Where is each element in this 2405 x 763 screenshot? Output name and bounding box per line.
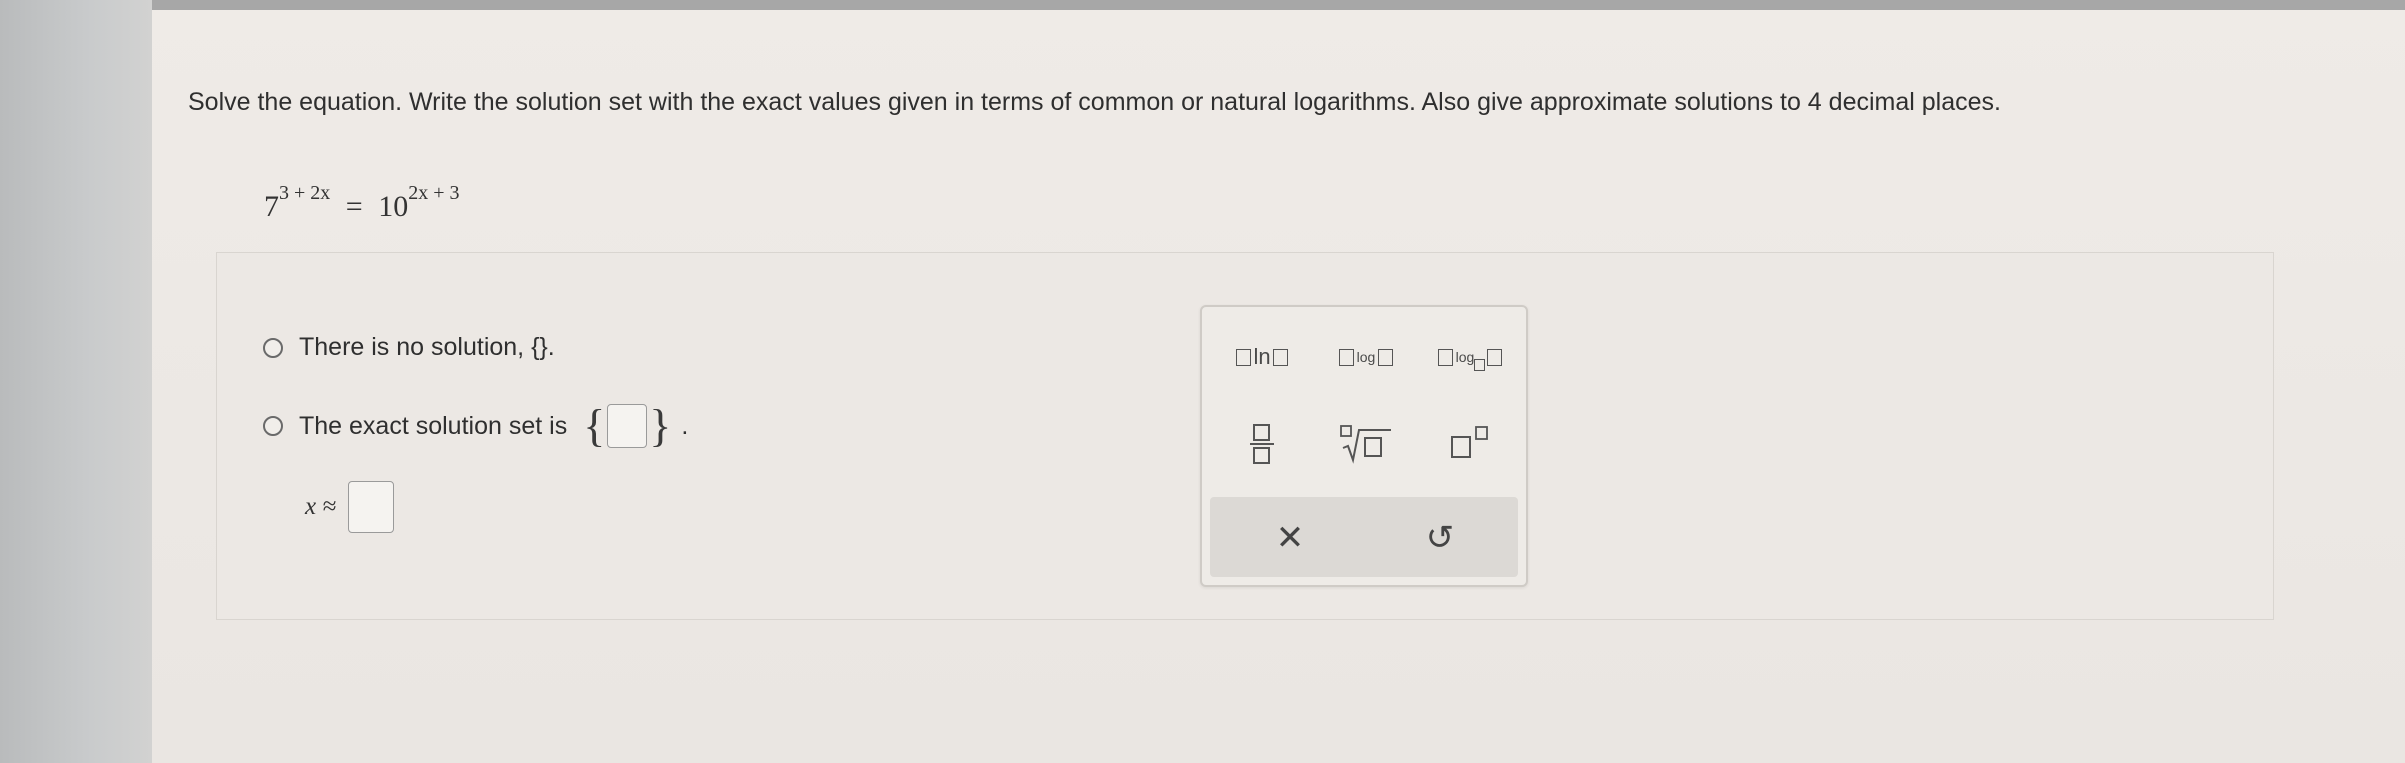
log-base-button[interactable]: log — [1424, 337, 1516, 377]
ln-label: ln — [1253, 344, 1271, 369]
placeholder-icon — [1236, 348, 1252, 366]
log-base-label: log — [1455, 349, 1475, 365]
fraction-icon — [1250, 424, 1274, 464]
approx-input[interactable] — [348, 481, 395, 533]
approx-row: x ≈ — [305, 481, 395, 533]
right-brace: } — [649, 400, 672, 451]
equation-exponent-left: 3 + 2x — [279, 182, 331, 204]
equation-equals: = — [345, 190, 363, 223]
period: . — [681, 411, 689, 440]
option-no-solution[interactable]: There is no solution, {}. — [263, 333, 555, 362]
fraction-button[interactable] — [1216, 419, 1308, 469]
top-scroll-strip — [152, 0, 2405, 10]
option-exact-solution-label: The exact solution set is — [299, 411, 568, 440]
screen: Solve the equation. Write the solution s… — [152, 0, 2405, 763]
equation-base-left: 7 — [264, 190, 279, 223]
log-button[interactable]: log — [1320, 337, 1412, 377]
nth-root-icon — [1340, 425, 1391, 464]
placeholder-icon — [1272, 348, 1288, 366]
approx-label: x ≈ — [305, 493, 337, 520]
equation-base-right: 10 — [378, 190, 409, 223]
log-label: log — [1356, 349, 1376, 365]
palette-footer: ✕ ↺ — [1210, 497, 1518, 577]
radio-exact-solution[interactable] — [263, 416, 283, 436]
placeholder-icon — [1474, 359, 1486, 371]
exact-solution-input[interactable] — [607, 404, 648, 448]
clear-button[interactable]: ✕ — [1260, 513, 1320, 563]
monitor-bezel — [0, 0, 152, 763]
exponent-icon — [1451, 426, 1488, 458]
option-exact-solution[interactable]: The exact solution set is { } . — [263, 403, 688, 449]
undo-button[interactable]: ↺ — [1410, 513, 1470, 563]
placeholder-icon — [1487, 348, 1503, 366]
placeholder-icon — [1437, 348, 1453, 366]
equation-exponent-right: 2x + 3 — [408, 182, 460, 204]
exponent-button[interactable] — [1424, 419, 1516, 469]
placeholder-icon — [1378, 348, 1394, 366]
nth-root-button[interactable] — [1320, 419, 1412, 469]
question-prompt: Solve the equation. Write the solution s… — [188, 88, 2001, 116]
math-palette: ln log log ✕ ↺ — [1200, 305, 1528, 587]
equation: 73 + 2x = 102x + 3 — [264, 182, 459, 224]
placeholder-icon — [1338, 348, 1354, 366]
ln-button[interactable]: ln — [1216, 337, 1308, 377]
option-no-solution-label: There is no solution, {}. — [299, 333, 555, 361]
left-brace: { — [583, 400, 606, 451]
radio-no-solution[interactable] — [263, 337, 283, 358]
